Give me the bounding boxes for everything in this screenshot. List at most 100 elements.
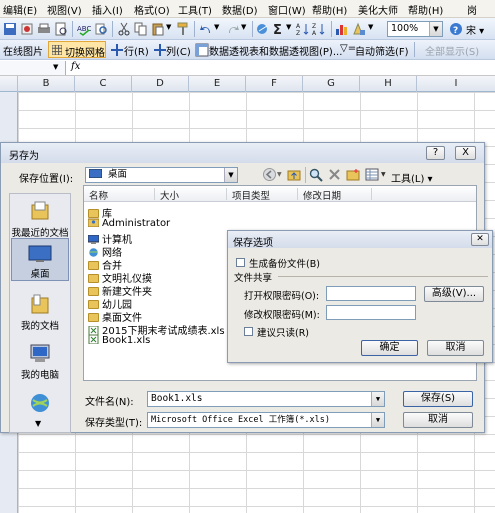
location-dropdown-icon[interactable]: ▼	[224, 168, 237, 182]
column-modified[interactable]: 修改日期	[303, 188, 341, 202]
menu-extra[interactable]: 岗	[467, 2, 477, 17]
new-folder-icon[interactable]	[346, 168, 360, 181]
list-item[interactable]: 新建文件夹	[88, 283, 152, 298]
permission-icon[interactable]	[20, 22, 34, 36]
views-icon[interactable]	[365, 168, 379, 181]
list-item[interactable]: 2015下期末考试成绩表.xls	[88, 322, 225, 337]
list-item[interactable]: 桌面文件	[88, 309, 142, 324]
list-item[interactable]: 合并	[88, 257, 122, 272]
column-header[interactable]: E	[189, 76, 246, 92]
dialog-title-bar[interactable]: 保存选项 ✕	[228, 231, 492, 249]
menu-edit[interactable]: 编辑(E)	[3, 2, 37, 17]
redo-icon[interactable]	[226, 22, 240, 36]
cancel-button[interactable]: 取消	[403, 412, 473, 428]
pivot-button[interactable]: 数据透视表和数据透视图(P)...	[209, 43, 342, 58]
menu-tools[interactable]: 工具(T)	[178, 2, 212, 17]
close-button[interactable]: ✕	[471, 233, 489, 246]
insert-column-icon[interactable]	[153, 43, 167, 57]
tools-menu[interactable]: 工具(L) ▾	[391, 170, 433, 185]
insert-function-icon[interactable]: fx	[71, 61, 80, 72]
views-dropdown-icon[interactable]: ▼	[381, 171, 386, 178]
filetype-dropdown-icon[interactable]: ▼	[371, 413, 384, 427]
print-preview-icon[interactable]	[54, 22, 68, 36]
format-painter-icon[interactable]	[176, 22, 190, 36]
paste-dropdown-icon[interactable]: ▼	[166, 23, 171, 31]
readonly-checkbox[interactable]	[244, 327, 253, 336]
ok-button[interactable]: 确定	[361, 340, 418, 356]
cancel-button[interactable]: 取消	[427, 340, 484, 356]
column-header[interactable]: C	[75, 76, 132, 92]
column-button[interactable]: 列(C)	[166, 43, 191, 58]
place-network[interactable]	[10, 392, 70, 417]
menu-help[interactable]: 帮助(H)	[312, 2, 347, 17]
sort-ascending-icon[interactable]: AZ	[296, 22, 310, 36]
menu-insert[interactable]: 插入(I)	[92, 2, 123, 17]
column-type[interactable]: 项目类型	[232, 188, 270, 202]
column-header[interactable]: D	[132, 76, 189, 92]
up-folder-icon[interactable]	[287, 168, 301, 181]
toggle-grid-button[interactable]: 切换网格	[48, 41, 106, 59]
menu-window[interactable]: 窗口(W)	[268, 2, 306, 17]
pivot-table-icon[interactable]	[195, 43, 209, 57]
sort-descending-icon[interactable]: ZA	[312, 22, 326, 36]
column-size[interactable]: 大小	[160, 188, 179, 202]
hyperlink-icon[interactable]	[256, 22, 270, 36]
column-header[interactable]: G	[303, 76, 360, 92]
select-all-corner[interactable]	[0, 76, 18, 92]
undo-icon[interactable]	[199, 22, 213, 36]
back-dropdown-icon[interactable]: ▼	[277, 171, 282, 178]
show-all-button[interactable]: 全部显示(S)	[425, 43, 479, 58]
column-header[interactable]: I	[417, 76, 495, 92]
drawing-icon[interactable]	[352, 22, 366, 36]
dialog-title-bar[interactable]: 另存为 ? X	[1, 143, 484, 163]
font-dropdown-icon[interactable]: 宋 ▾	[466, 22, 484, 37]
search-web-icon[interactable]	[309, 168, 323, 182]
column-header[interactable]: F	[246, 76, 303, 92]
drawing-dropdown-icon[interactable]: ▼	[368, 23, 373, 31]
filename-dropdown-icon[interactable]: ▼	[371, 392, 384, 406]
close-button[interactable]: X	[455, 146, 476, 160]
zoom-select[interactable]: 100% ▼	[387, 21, 443, 37]
autosum-dropdown-icon[interactable]: ▼	[286, 23, 291, 31]
chart-wizard-icon[interactable]	[335, 22, 349, 36]
print-icon[interactable]	[37, 22, 51, 36]
column-name[interactable]: 名称	[89, 188, 108, 202]
list-item[interactable]: 计算机	[88, 231, 132, 246]
insert-row-icon[interactable]	[110, 43, 124, 57]
modify-password-input[interactable]	[326, 305, 416, 320]
row-button[interactable]: 行(R)	[124, 43, 149, 58]
back-icon[interactable]	[263, 168, 276, 181]
column-header[interactable]: H	[360, 76, 417, 92]
redo-dropdown-icon[interactable]: ▼	[241, 23, 246, 31]
help-icon[interactable]: ?	[449, 22, 463, 36]
spelling-icon[interactable]: ABC	[77, 22, 91, 36]
paste-icon[interactable]	[151, 22, 165, 36]
zoom-dropdown-icon[interactable]: ▼	[429, 22, 442, 36]
list-item[interactable]: 幼儿园	[88, 296, 132, 311]
open-password-input[interactable]	[326, 286, 416, 301]
menu-beautify[interactable]: 美化大师	[358, 2, 398, 17]
research-icon[interactable]	[94, 22, 108, 36]
autosum-icon[interactable]: Σ	[272, 22, 286, 36]
place-my-documents[interactable]: 我的文档	[10, 293, 70, 332]
list-item[interactable]: Book1.xls	[88, 335, 150, 348]
save-icon[interactable]	[3, 22, 17, 36]
save-button[interactable]: 保存(S)	[403, 391, 473, 407]
undo-dropdown-icon[interactable]: ▼	[214, 23, 219, 31]
name-box-dropdown-icon[interactable]: ▼	[53, 63, 58, 71]
filename-input[interactable]: Book1.xls ▼	[147, 391, 385, 407]
delete-icon[interactable]	[328, 168, 341, 181]
cut-icon[interactable]	[117, 22, 131, 36]
formula-input[interactable]	[86, 61, 495, 75]
location-select[interactable]: 桌面 ▼	[85, 167, 238, 183]
autofilter-icon[interactable]: ▽=	[340, 43, 356, 54]
list-item[interactable]: 网络	[88, 244, 122, 259]
copy-icon[interactable]	[134, 22, 148, 36]
help-button[interactable]: ?	[426, 146, 445, 160]
place-desktop[interactable]: 桌面	[11, 238, 69, 281]
menu-help-2[interactable]: 帮助(H)	[408, 2, 443, 17]
list-item[interactable]: 库	[88, 205, 112, 220]
place-my-computer[interactable]: 我的电脑	[10, 344, 70, 381]
place-recent[interactable]: 我最近的文档	[10, 200, 70, 239]
autofilter-button[interactable]: 自动筛选(F)	[355, 43, 409, 58]
